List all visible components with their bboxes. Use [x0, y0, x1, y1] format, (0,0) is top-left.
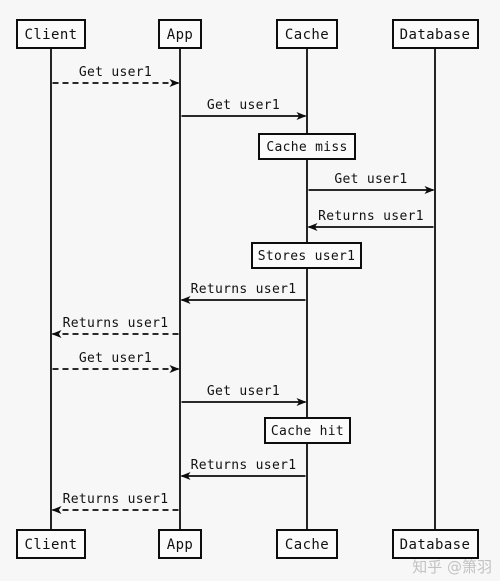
participant-label: Database: [400, 27, 471, 43]
note-cache-hit[interactable]: Cache hit: [264, 417, 351, 444]
participant-client-top[interactable]: Client: [16, 19, 86, 49]
participant-cache-bottom[interactable]: Cache: [276, 529, 338, 559]
message-label: Returns user1: [63, 316, 169, 331]
message-1-client-to-app: Get user1: [52, 65, 180, 87]
sequence-diagram-canvas: Get user1 Get user1 Get user1 Returns user1…: [16, 19, 492, 576]
message-2-app-to-cache: Get user1: [181, 98, 307, 120]
participant-app-top[interactable]: App: [158, 19, 202, 49]
note-cache-miss[interactable]: Cache miss: [258, 133, 356, 160]
message-label: Get user1: [79, 351, 152, 366]
watermark: 知乎 @箫羽: [412, 558, 492, 576]
message-label: Returns user1: [191, 458, 297, 473]
participant-client-bottom[interactable]: Client: [16, 529, 86, 559]
messages-layer: Get user1 Get user1 Get user1 Returns user1…: [51, 65, 435, 514]
message-8-app-to-cache: Get user1: [181, 384, 307, 406]
message-4-database-to-cache: Returns user1: [307, 209, 434, 231]
note-label: Cache miss: [266, 140, 347, 155]
message-10-app-to-client: Returns user1: [51, 492, 179, 514]
participant-label: Cache: [285, 27, 329, 43]
message-label: Returns user1: [191, 282, 297, 297]
message-6-app-to-client: Returns user1: [51, 316, 179, 338]
participant-database-top[interactable]: Database: [392, 19, 479, 49]
message-label: Get user1: [79, 65, 152, 80]
note-stores-user1[interactable]: Stores user1: [251, 242, 362, 269]
sequence-diagram: Get user1 Get user1 Get user1 Returns user1…: [0, 0, 500, 581]
participant-label: Database: [400, 537, 471, 553]
note-label: Stores user1: [258, 249, 356, 264]
participant-label: Client: [25, 27, 78, 43]
message-9-cache-to-app: Returns user1: [180, 458, 306, 480]
message-label: Get user1: [207, 384, 280, 399]
participant-database-bottom[interactable]: Database: [392, 529, 479, 559]
message-5-cache-to-app: Returns user1: [180, 282, 306, 304]
message-label: Returns user1: [318, 209, 424, 224]
participant-label: Cache: [285, 537, 329, 553]
participant-label: App: [167, 537, 194, 553]
participant-app-bottom[interactable]: App: [158, 529, 202, 559]
message-label: Get user1: [207, 98, 280, 113]
note-label: Cache hit: [271, 424, 344, 439]
message-7-client-to-app: Get user1: [52, 351, 180, 373]
message-label: Returns user1: [63, 492, 169, 507]
participant-label: Client: [25, 537, 78, 553]
participant-cache-top[interactable]: Cache: [276, 19, 338, 49]
message-3-cache-to-database: Get user1: [308, 172, 435, 194]
message-label: Get user1: [334, 172, 407, 187]
participant-label: App: [167, 27, 194, 43]
